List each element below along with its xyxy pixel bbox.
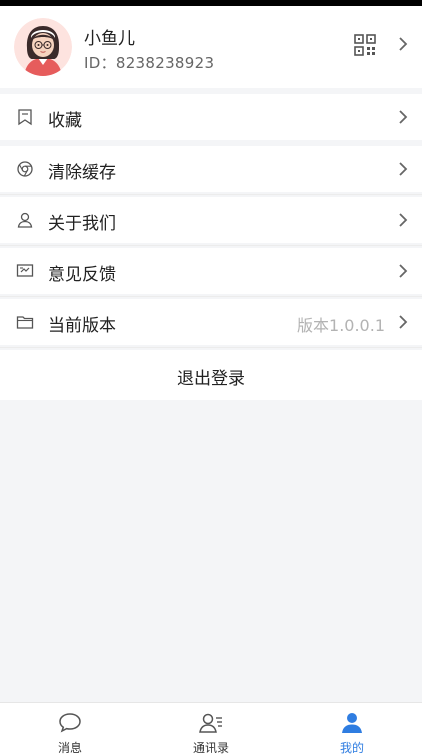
- chevron-right-icon: [399, 162, 408, 176]
- chevron-right-icon: [399, 110, 408, 124]
- chevron-right-icon[interactable]: [398, 36, 408, 52]
- chat-bubble-icon: [59, 713, 81, 733]
- chevron-right-icon: [399, 264, 408, 278]
- folder-icon: [16, 316, 34, 329]
- profile-screen: 小鱼儿 ID：8238238923 收藏 清除缓存 关于我们 意见反馈 当前版本…: [0, 0, 422, 756]
- tab-messages[interactable]: 消息: [0, 703, 140, 756]
- tab-label: 我的: [339, 741, 364, 755]
- avatar[interactable]: [14, 18, 72, 76]
- profile-id: ID：8238238923: [84, 54, 215, 72]
- contacts-icon: [199, 713, 222, 733]
- logout-button[interactable]: 退出登录: [0, 350, 422, 400]
- chrome-icon: [17, 161, 33, 177]
- menu-item-version[interactable]: 当前版本 版本1.0.0.1: [0, 299, 422, 345]
- chevron-right-icon: [399, 213, 408, 227]
- tab-contacts[interactable]: 通讯录: [141, 703, 281, 756]
- version-value: 版本1.0.0.1: [297, 316, 385, 335]
- menu-label: 关于我们: [48, 214, 116, 234]
- feedback-icon: [16, 264, 34, 277]
- tab-me[interactable]: 我的: [282, 703, 422, 756]
- divider: [0, 347, 422, 348]
- menu-item-favorites[interactable]: 收藏: [0, 94, 422, 140]
- menu-label: 收藏: [48, 111, 82, 131]
- menu-label: 当前版本: [48, 316, 116, 336]
- menu-item-about-us[interactable]: 关于我们: [0, 197, 422, 243]
- tab-label: 通讯录: [192, 741, 229, 755]
- avatar-illustration-icon: [14, 18, 72, 76]
- divider: [0, 194, 422, 195]
- bookmark-icon: [18, 109, 32, 126]
- tab-label: 消息: [57, 741, 82, 755]
- user-icon: [17, 212, 33, 228]
- logout-label: 退出登录: [177, 369, 245, 389]
- divider: [0, 245, 422, 246]
- menu-item-feedback[interactable]: 意见反馈: [0, 248, 422, 294]
- profile-name: 小鱼儿: [84, 29, 135, 49]
- chevron-right-icon: [399, 315, 408, 329]
- profile-header[interactable]: 小鱼儿 ID：8238238923: [0, 6, 422, 88]
- divider: [0, 296, 422, 297]
- tab-bar: 消息 通讯录 我的: [0, 702, 422, 756]
- menu-label: 意见反馈: [48, 265, 116, 285]
- menu-item-clear-cache[interactable]: 清除缓存: [0, 146, 422, 192]
- qr-code-icon[interactable]: [354, 34, 376, 56]
- menu-label: 清除缓存: [48, 163, 116, 183]
- person-icon: [342, 713, 362, 733]
